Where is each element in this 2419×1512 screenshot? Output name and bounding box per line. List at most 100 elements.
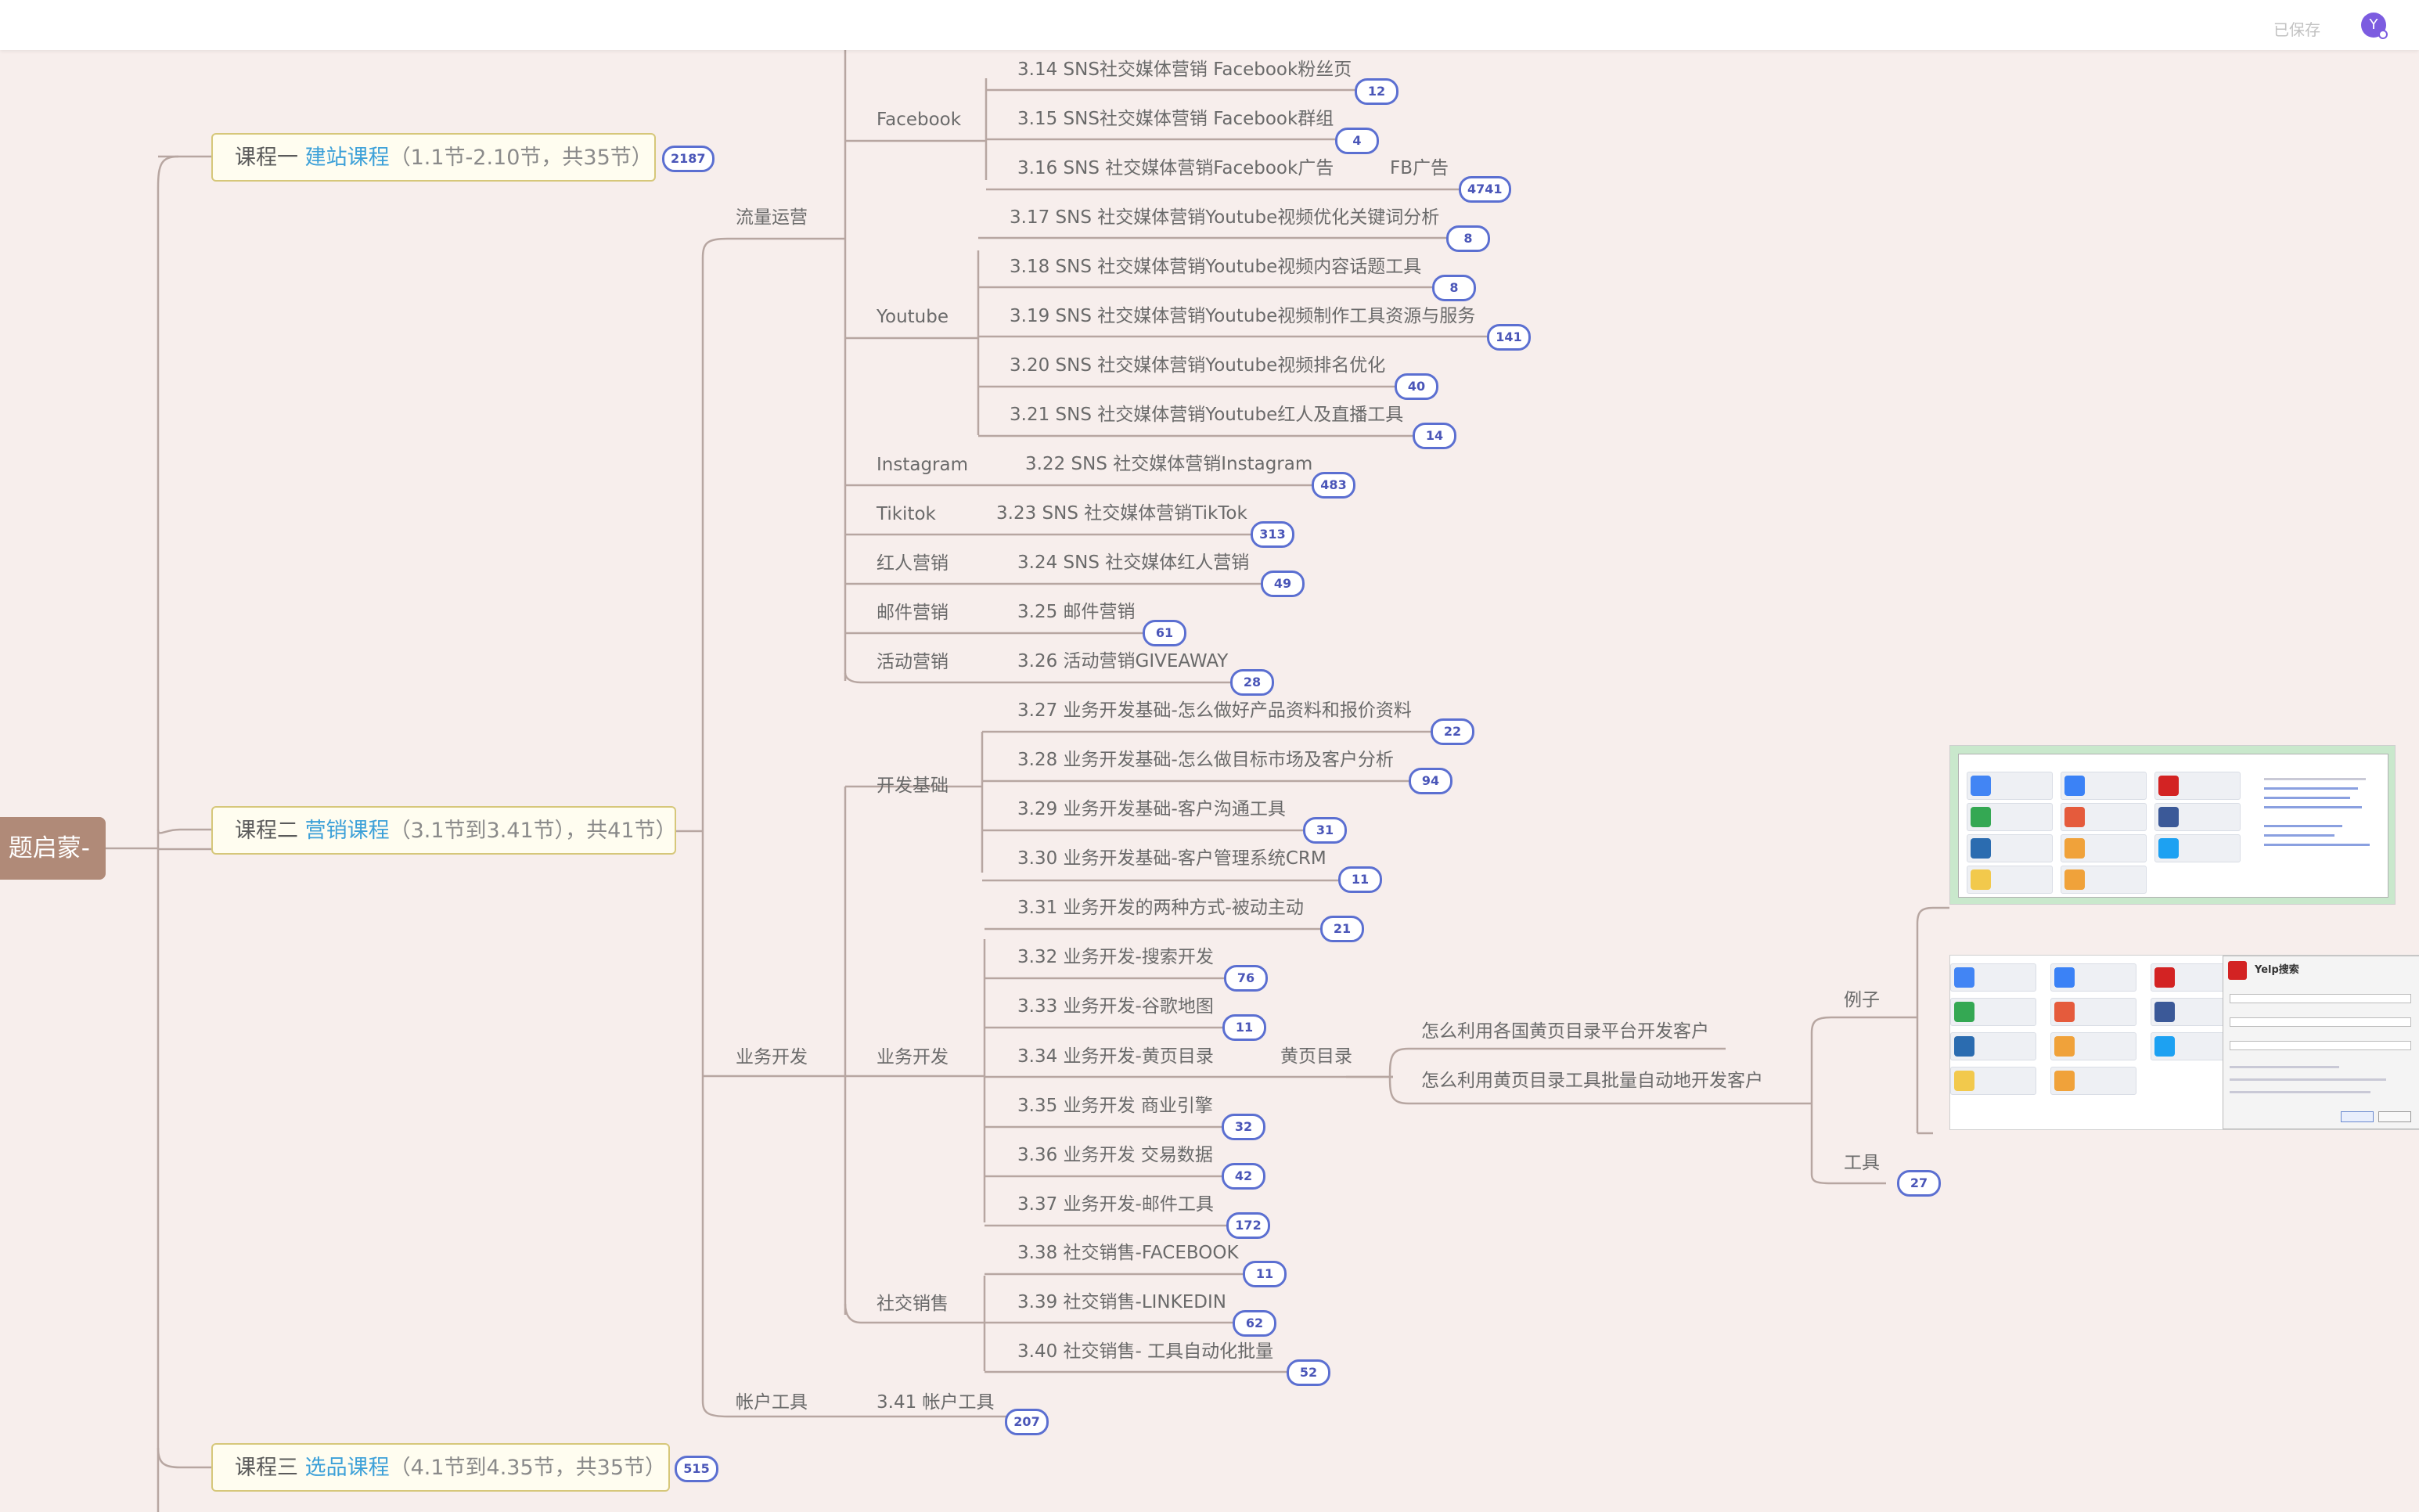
lesson-3-37[interactable]: 3.37 业务开发-邮件工具 — [1017, 1193, 1214, 1216]
count-badge-3-18[interactable]: 8 — [1432, 275, 1476, 301]
group-account[interactable]: 帐户工具 — [736, 1391, 808, 1414]
lesson-3-34[interactable]: 3.34 业务开发-黄页目录 — [1017, 1045, 1214, 1068]
yellow-pages-q2[interactable]: 怎么利用黄页目录工具批量自动地开发客户 — [1421, 1069, 1763, 1093]
yellow-pages-examples[interactable]: 例子 — [1844, 988, 1880, 1012]
lesson-3-26[interactable]: 3.26 活动营销GIVEAWAY — [1017, 650, 1228, 673]
count-badge-3-40[interactable]: 52 — [1287, 1359, 1330, 1386]
channel-tiktok[interactable]: Tikitok — [877, 502, 936, 526]
example-screenshot-1[interactable] — [1949, 745, 2396, 905]
count-badge-3-38[interactable]: 11 — [1243, 1261, 1287, 1287]
avatar-status-dot — [2378, 30, 2388, 39]
course-three-count-badge[interactable]: 515 — [675, 1456, 718, 1482]
group-traffic[interactable]: 流量运营 — [736, 206, 808, 229]
course-one-count-badge[interactable]: 2187 — [662, 146, 715, 172]
yellow-pages-q1[interactable]: 怎么利用各国黄页目录平台开发客户 — [1421, 1020, 1709, 1043]
lesson-3-18[interactable]: 3.18 SNS 社交媒体营销Youtube视频内容话题工具 — [1010, 255, 1421, 279]
count-badge-3-41[interactable]: 207 — [1005, 1409, 1049, 1435]
lesson-3-30[interactable]: 3.30 业务开发基础-客户管理系统CRM — [1017, 847, 1326, 870]
lesson-3-27[interactable]: 3.27 业务开发基础-怎么做好产品资料和报价资料 — [1017, 699, 1412, 722]
channel-bizdev[interactable]: 业务开发 — [877, 1046, 949, 1069]
lesson-3-29[interactable]: 3.29 业务开发基础-客户沟通工具 — [1017, 797, 1286, 821]
lesson-3-20[interactable]: 3.20 SNS 社交媒体营销Youtube视频排名优化 — [1010, 354, 1385, 377]
count-badge-3-20[interactable]: 40 — [1395, 373, 1438, 400]
course-three-node[interactable]: 课程三 选品课程（4.1节到4.35节，共35节） — [211, 1443, 670, 1492]
course-one-range: （1.1节-2.10节，共35节） — [389, 146, 653, 170]
count-badge-3-37[interactable]: 172 — [1226, 1212, 1270, 1239]
count-badge-3-26[interactable]: 28 — [1230, 669, 1274, 696]
course-two-name: 营销课程 — [304, 819, 390, 843]
lesson-3-35[interactable]: 3.35 业务开发 商业引擎 — [1017, 1094, 1213, 1118]
count-badge-3-16[interactable]: 4741 — [1459, 176, 1511, 203]
count-badge-3-35[interactable]: 32 — [1222, 1114, 1265, 1140]
count-badge-3-36[interactable]: 42 — [1222, 1163, 1265, 1190]
course-one-prefix: 课程一 — [235, 146, 305, 170]
channel-influencer[interactable]: 红人营销 — [877, 552, 949, 575]
count-badge-3-24[interactable]: 49 — [1261, 571, 1305, 597]
lesson-3-39[interactable]: 3.39 社交销售-LINKEDIN — [1017, 1291, 1226, 1314]
lesson-3-22[interactable]: 3.22 SNS 社交媒体营销Instagram — [1025, 452, 1312, 476]
lesson-3-23[interactable]: 3.23 SNS 社交媒体营销TikTok — [996, 502, 1247, 525]
lesson-3-16-sub[interactable]: FB广告 — [1390, 157, 1449, 180]
example-1-window — [1958, 754, 2388, 898]
course-three-prefix: 课程三 — [235, 1456, 305, 1480]
example-screenshot-2[interactable]: Yelp搜索 — [1949, 955, 2419, 1130]
lesson-3-34-sub[interactable]: 黄页目录 — [1280, 1045, 1352, 1068]
count-badge-3-30[interactable]: 11 — [1338, 866, 1382, 893]
count-badge-3-25[interactable]: 61 — [1143, 620, 1186, 646]
lesson-3-24[interactable]: 3.24 SNS 社交媒体红人营销 — [1017, 551, 1249, 574]
count-badge-3-39[interactable]: 62 — [1233, 1310, 1276, 1337]
lesson-3-40[interactable]: 3.40 社交销售- 工具自动化批量 — [1017, 1340, 1273, 1363]
course-three-range: （4.1节到4.35节，共35节） — [389, 1456, 667, 1480]
lesson-3-41[interactable]: 3.41 帐户工具 — [877, 1391, 995, 1414]
course-two-range: （3.1节到3.41节），共41节） — [389, 819, 677, 843]
lesson-3-14[interactable]: 3.14 SNS社交媒体营销 Facebook粉丝页 — [1017, 58, 1352, 81]
lesson-3-31[interactable]: 3.31 业务开发的两种方式-被动主动 — [1017, 896, 1304, 920]
top-bar: 已保存 Y — [0, 0, 2419, 50]
yelp-search-dialog: Yelp搜索 — [2223, 956, 2419, 1129]
channel-youtube[interactable]: Youtube — [877, 305, 949, 329]
count-badge-3-15[interactable]: 4 — [1335, 128, 1379, 154]
root-topic[interactable]: 题启蒙- — [0, 817, 106, 880]
yelp-logo-icon — [2228, 961, 2247, 980]
lesson-3-28[interactable]: 3.28 业务开发基础-怎么做目标市场及客户分析 — [1017, 748, 1394, 772]
channel-event[interactable]: 活动营销 — [877, 650, 949, 674]
count-badge-3-32[interactable]: 76 — [1224, 965, 1268, 992]
course-two-node[interactable]: 课程二 营销课程（3.1节到3.41节），共41节） — [211, 806, 677, 855]
count-badge-3-22[interactable]: 483 — [1312, 472, 1355, 499]
mindmap-canvas[interactable]: 题启蒙- 课程一 建站课程（1.1节-2.10节，共35节） 2187 课程二 … — [0, 0, 2419, 1512]
lesson-3-15[interactable]: 3.15 SNS社交媒体营销 Facebook群组 — [1017, 107, 1334, 131]
user-avatar[interactable]: Y — [2361, 13, 2388, 39]
lesson-3-16[interactable]: 3.16 SNS 社交媒体营销Facebook广告 — [1017, 157, 1334, 180]
lesson-3-38[interactable]: 3.38 社交销售-FACEBOOK — [1017, 1241, 1239, 1265]
lesson-3-32[interactable]: 3.32 业务开发-搜索开发 — [1017, 945, 1214, 969]
channel-devbase[interactable]: 开发基础 — [877, 774, 949, 797]
lesson-3-19[interactable]: 3.19 SNS 社交媒体营销Youtube视频制作工具资源与服务 — [1010, 304, 1475, 328]
course-one-name: 建站课程 — [304, 146, 390, 170]
count-badge-3-31[interactable]: 21 — [1320, 916, 1364, 942]
lesson-3-25[interactable]: 3.25 邮件营销 — [1017, 600, 1136, 624]
channel-social[interactable]: 社交销售 — [877, 1292, 949, 1316]
count-badge-3-19[interactable]: 141 — [1487, 324, 1531, 351]
lesson-3-36[interactable]: 3.36 业务开发 交易数据 — [1017, 1143, 1213, 1167]
count-badge-3-33[interactable]: 11 — [1222, 1014, 1266, 1041]
lesson-3-21[interactable]: 3.21 SNS 社交媒体营销Youtube红人及直播工具 — [1010, 403, 1403, 427]
yellow-pages-tools[interactable]: 工具 — [1844, 1151, 1880, 1175]
channel-facebook[interactable]: Facebook — [877, 108, 961, 131]
channel-email[interactable]: 邮件营销 — [877, 601, 949, 625]
count-badge-3-21[interactable]: 14 — [1413, 423, 1456, 449]
count-badge-3-23[interactable]: 313 — [1251, 521, 1294, 548]
yelp-dialog-title: Yelp搜索 — [2255, 964, 2299, 976]
lesson-3-17[interactable]: 3.17 SNS 社交媒体营销Youtube视频优化关键词分析 — [1010, 206, 1439, 229]
lesson-3-33[interactable]: 3.33 业务开发-谷歌地图 — [1017, 995, 1214, 1018]
channel-instagram[interactable]: Instagram — [877, 453, 968, 477]
count-badge-3-28[interactable]: 94 — [1409, 768, 1452, 794]
course-one-node[interactable]: 课程一 建站课程（1.1节-2.10节，共35节） — [211, 133, 656, 182]
count-badge-tools[interactable]: 27 — [1897, 1170, 1941, 1197]
avatar-initial: Y — [2369, 16, 2378, 33]
count-badge-3-29[interactable]: 31 — [1303, 817, 1347, 844]
count-badge-3-27[interactable]: 22 — [1431, 718, 1474, 745]
count-badge-3-14[interactable]: 12 — [1355, 78, 1398, 105]
group-bizdev[interactable]: 业务开发 — [736, 1046, 808, 1069]
course-three-name: 选品课程 — [304, 1456, 390, 1480]
count-badge-3-17[interactable]: 8 — [1446, 225, 1490, 252]
